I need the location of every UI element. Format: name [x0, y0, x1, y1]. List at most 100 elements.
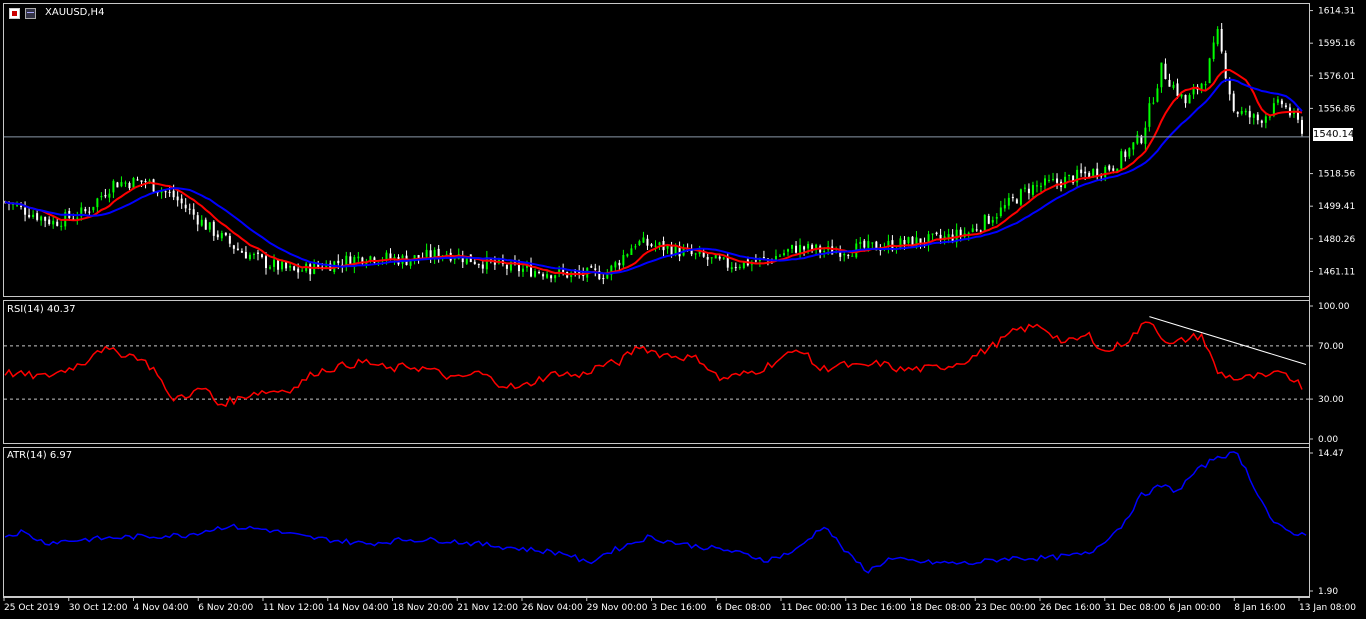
candle-body	[256, 252, 259, 254]
candle-body	[112, 180, 115, 193]
candle-body	[1148, 103, 1151, 127]
candle-body	[20, 205, 23, 207]
candle-body	[538, 271, 541, 274]
main-chart-title: XAUUSD,H4	[45, 7, 105, 18]
time-tick-label: 13 Jan 08:00	[1299, 603, 1356, 613]
candle-body	[505, 264, 508, 269]
candle-body	[136, 179, 139, 181]
candle-body	[204, 219, 207, 230]
candle-body	[1068, 174, 1071, 176]
price-tick-label: 1461.11	[1318, 267, 1355, 277]
candle-body	[795, 245, 798, 253]
atr-tick-label: 14.47	[1318, 449, 1344, 459]
candle-body	[40, 216, 43, 221]
chart-window-icon	[9, 8, 20, 19]
candle-body	[1132, 142, 1135, 150]
time-tick-label: 6 Jan 00:00	[1170, 603, 1222, 613]
time-tick-label: 6 Nov 20:00	[198, 603, 253, 613]
rsi-trendline[interactable]	[1149, 316, 1307, 365]
time-tick-label: 11 Dec 00:00	[781, 603, 842, 613]
atr-indicator-title: ATR(14) 6.97	[7, 450, 73, 461]
candle-body	[1208, 58, 1211, 84]
candle-body	[1003, 205, 1006, 209]
candle-body	[534, 271, 537, 277]
candle-body	[116, 182, 119, 188]
candle-body	[1112, 168, 1115, 171]
candle-body	[1164, 63, 1167, 80]
candle-body	[983, 214, 986, 232]
candle-body	[1108, 165, 1111, 170]
candle-body	[52, 220, 55, 225]
candle-body	[871, 242, 874, 244]
candle-body	[337, 260, 340, 264]
candle-body	[389, 253, 392, 259]
candle-body	[1156, 88, 1159, 102]
moving-average-fast	[4, 69, 1303, 276]
candle-body	[281, 261, 284, 270]
candle-body	[1124, 151, 1127, 158]
candle-body	[84, 209, 87, 212]
pane-frame-2	[3, 300, 1310, 444]
candle-body	[630, 248, 633, 255]
candle-body	[1176, 83, 1179, 96]
candle-body	[803, 246, 806, 250]
candle-body	[473, 261, 476, 265]
candle-body	[959, 229, 962, 236]
time-tick-label: 21 Nov 12:00	[457, 603, 518, 613]
candle-body	[56, 221, 59, 226]
candle-body	[730, 267, 733, 270]
candle-body	[124, 182, 127, 184]
candle-body	[694, 253, 697, 255]
candle-body	[168, 191, 171, 193]
candle-body	[1248, 111, 1251, 118]
rsi-tick-label: 100.00	[1318, 302, 1350, 312]
candle-body	[180, 198, 183, 204]
candle-body	[979, 230, 982, 232]
time-tick-label: 6 Dec 08:00	[716, 603, 771, 613]
candle-body	[1048, 179, 1051, 181]
candle-body	[36, 213, 39, 220]
candle-body	[638, 241, 641, 246]
rsi-tick-label: 0.00	[1318, 435, 1338, 445]
candle-body	[754, 260, 757, 262]
candle-body	[1027, 188, 1030, 194]
rsi-indicator-title: RSI(14) 40.37	[7, 304, 76, 315]
candle-body	[1007, 197, 1010, 206]
candle-body	[216, 234, 219, 238]
candle-body	[847, 254, 850, 256]
candle-body	[1244, 110, 1247, 113]
candle-body	[1192, 88, 1195, 95]
candle-body	[863, 240, 866, 248]
candle-body	[995, 217, 998, 219]
candle-body	[1268, 116, 1271, 118]
candle-body	[100, 196, 103, 198]
candle-body	[702, 252, 705, 257]
candle-body	[220, 233, 223, 239]
rsi-tick-label: 30.00	[1318, 395, 1344, 405]
candle-body	[76, 217, 79, 219]
candle-body	[176, 196, 179, 201]
time-tick-label: 18 Dec 08:00	[911, 603, 972, 613]
candle-body	[935, 232, 938, 235]
candle-body	[999, 207, 1002, 217]
atr-line	[4, 451, 1307, 574]
candle-body	[1043, 178, 1046, 186]
candle-body	[1144, 127, 1147, 144]
candle-body	[1104, 167, 1107, 178]
candle-body	[521, 268, 524, 272]
candle-body	[646, 238, 649, 246]
candle-body	[309, 264, 312, 275]
candle-body	[1031, 185, 1034, 195]
candle-body	[550, 275, 553, 279]
candle-body	[867, 241, 870, 248]
candle-body	[1300, 119, 1303, 134]
time-tick-label: 14 Nov 04:00	[328, 603, 389, 613]
candle-body	[345, 255, 348, 266]
candle-body	[252, 254, 255, 256]
candle-body	[269, 267, 272, 269]
time-tick-label: 4 Nov 04:00	[134, 603, 189, 613]
candle-body	[1172, 84, 1175, 88]
candle-body	[1296, 112, 1299, 120]
candle-body	[718, 256, 721, 259]
candle-body	[1035, 185, 1038, 187]
